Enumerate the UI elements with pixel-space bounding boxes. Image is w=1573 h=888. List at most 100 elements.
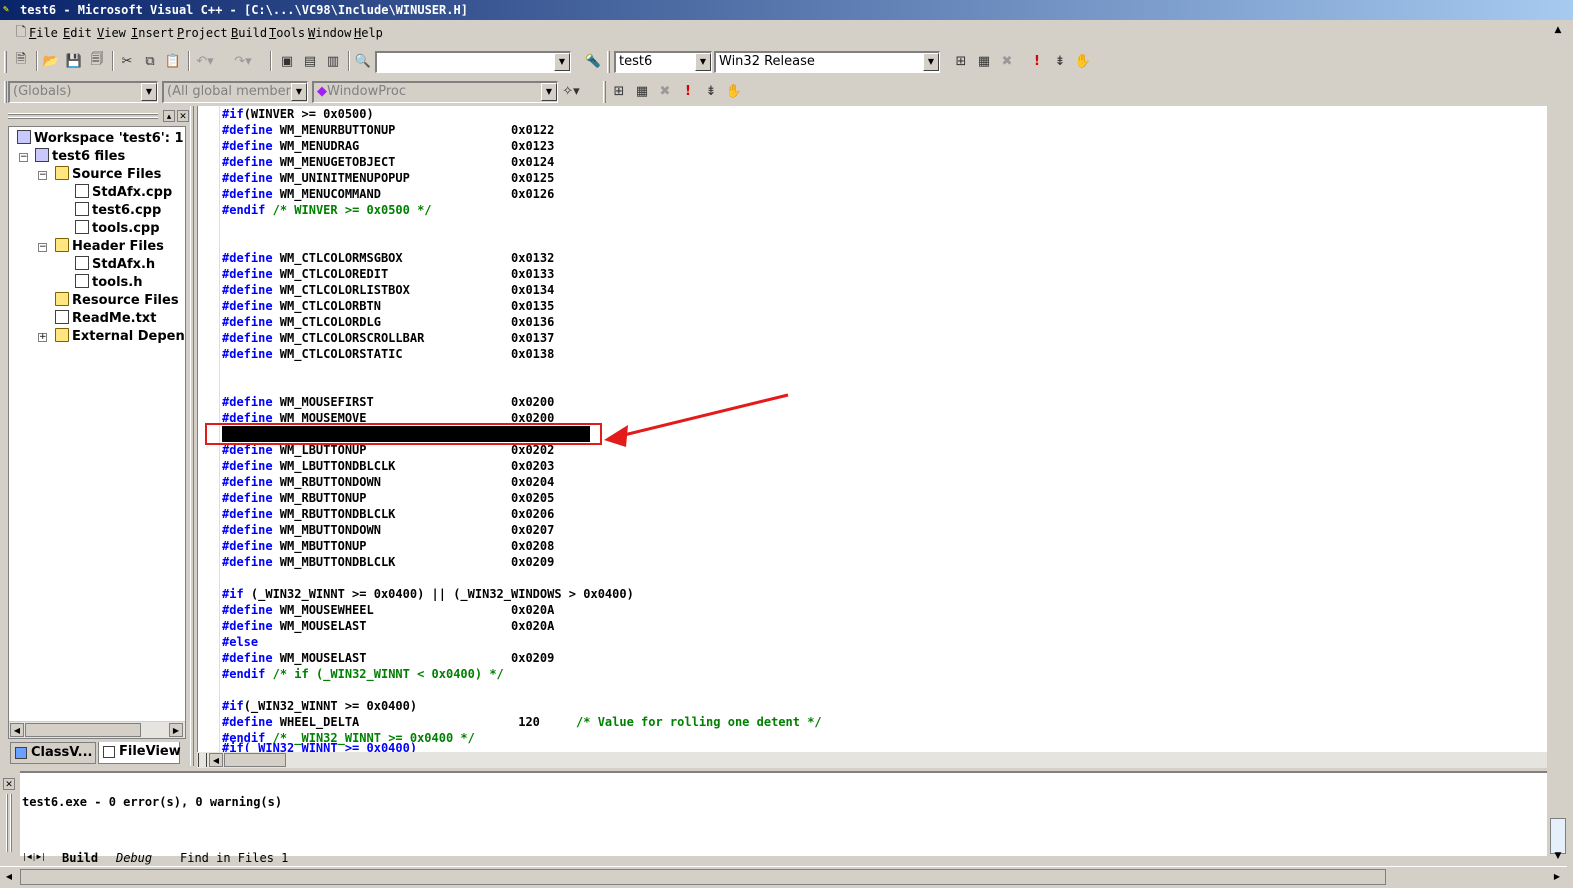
maximize-pane-icon[interactable]: ▴ — [163, 110, 175, 122]
menu-view[interactable]: View — [96, 22, 127, 44]
window-list-icon[interactable]: ▥ — [322, 50, 344, 72]
code-line: #define WM_MOUSEWHEEL 0x020A — [222, 603, 555, 617]
breakpoint-hand-icon-2[interactable]: ✋ — [723, 80, 745, 102]
project-combo[interactable]: test6 ▼ — [614, 51, 712, 73]
folder-resource-files[interactable]: Resource Files — [55, 292, 179, 310]
find-combo[interactable]: ▼ — [375, 51, 571, 73]
scroll-left-icon[interactable]: ◀ — [10, 723, 24, 737]
close-output-icon[interactable]: ✕ — [3, 778, 15, 790]
search-icon[interactable]: 🔦 — [582, 50, 604, 72]
menu-help[interactable]: Help — [353, 22, 384, 44]
cut-icon[interactable]: ✂ — [116, 50, 138, 72]
tab-classview[interactable]: ClassV... — [10, 742, 96, 764]
stop-build-icon-2[interactable]: ✖ — [654, 80, 676, 102]
menu-tools[interactable]: Tools — [268, 22, 306, 44]
file-stdafx-h[interactable]: StdAfx.h — [75, 256, 155, 274]
editor-hscroll[interactable]: ◀ — [197, 752, 1547, 768]
code-line: #define WM_RBUTTONDBLCLK 0x0206 — [222, 507, 555, 521]
folder-icon — [55, 238, 69, 252]
tab-debug[interactable]: Debug — [116, 851, 152, 865]
tab-build[interactable]: Build — [62, 851, 98, 865]
compile-icon[interactable]: ⊞ — [950, 50, 972, 72]
menu-build[interactable]: Build — [230, 22, 268, 44]
scroll-right-icon[interactable]: ▶ — [169, 723, 183, 737]
build-icon-2[interactable]: ▦ — [631, 80, 653, 102]
paste-icon[interactable]: 📋 — [162, 50, 184, 72]
workspace-root[interactable]: Workspace 'test6': 1 pr — [17, 130, 185, 148]
bottom-scrollbar[interactable]: ◀ ▶ — [0, 866, 1567, 888]
expand-icon[interactable]: + — [38, 333, 47, 342]
code-line: #define WM_RBUTTONUP 0x0205 — [222, 491, 555, 505]
undo-icon[interactable]: ↶▾ — [194, 50, 216, 72]
output-window-icon[interactable]: ▤ — [299, 50, 321, 72]
workspace-window-icon[interactable]: ▣ — [276, 50, 298, 72]
tab-find-in-files[interactable]: Find in Files 1 — [180, 851, 288, 865]
text-file-icon — [55, 310, 69, 324]
configuration-combo[interactable]: Win32 Release ▼ — [714, 51, 940, 73]
breakpoint-hand-icon[interactable]: ✋ — [1072, 50, 1094, 72]
code-line: #define WM_MBUTTONDBLCLK 0x0209 — [222, 555, 555, 569]
build-icon[interactable]: ▦ — [973, 50, 995, 72]
execute-icon-2[interactable]: ! — [677, 80, 699, 102]
menu-window[interactable]: Window — [307, 22, 352, 44]
filter-combo[interactable]: (All global members ▼ — [162, 81, 308, 103]
main-vscroll[interactable]: ▲ ▼ — [1547, 20, 1567, 865]
scroll-left-icon[interactable]: ◀ — [2, 870, 16, 884]
collapse-icon[interactable]: − — [19, 153, 28, 162]
tab-fileview[interactable]: FileView — [98, 742, 181, 764]
open-icon[interactable]: 📂 — [40, 50, 62, 72]
tab-scroll-icons[interactable]: |◀|▶| — [22, 852, 46, 861]
code-line: #else — [222, 635, 259, 649]
collapse-icon[interactable]: − — [38, 171, 47, 180]
save-icon[interactable]: 💾 — [63, 50, 85, 72]
save-all-icon[interactable]: 🗐 — [86, 50, 108, 72]
menu-project[interactable]: Project — [176, 22, 229, 44]
new-text-file-icon[interactable]: 🗎 — [10, 50, 32, 72]
menu-insert[interactable]: Insert — [130, 22, 175, 44]
copy-icon[interactable]: ⧉ — [139, 50, 161, 72]
scroll-left-icon[interactable]: ◀ — [209, 753, 223, 767]
scroll-up-icon[interactable]: ▲ — [1550, 22, 1566, 38]
class-combo[interactable]: (Globals) ▼ — [8, 81, 158, 103]
file-tools-cpp[interactable]: tools.cpp — [75, 220, 160, 238]
classview-icon — [15, 747, 27, 759]
go-icon-2[interactable]: ⇟ — [700, 80, 722, 102]
go-icon[interactable]: ⇟ — [1049, 50, 1071, 72]
compile-icon-2[interactable]: ⊞ — [608, 80, 630, 102]
file-stdafx-cpp[interactable]: StdAfx.cpp — [75, 184, 172, 202]
scroll-right-icon[interactable]: ▶ — [1550, 870, 1564, 884]
code-line: #define WM_MOUSEFIRST 0x0200 — [222, 395, 555, 409]
file-test6-cpp[interactable]: test6.cpp — [75, 202, 161, 220]
close-pane-icon[interactable]: ✕ — [177, 110, 189, 122]
find-in-files-icon[interactable]: 🔍 — [352, 50, 374, 72]
project-node[interactable]: test6 files — [35, 148, 125, 166]
folder-external-dependencies[interactable]: External Depend — [55, 328, 185, 346]
code-line: #define WM_CTLCOLOREDIT 0x0133 — [222, 267, 555, 281]
menu-edit[interactable]: Edit — [62, 22, 93, 44]
stop-build-icon[interactable]: ✖ — [996, 50, 1018, 72]
file-readme[interactable]: ReadMe.txt — [55, 310, 156, 328]
member-combo[interactable]: ◆WindowProc ▼ — [312, 81, 558, 103]
scroll-thumb[interactable] — [224, 753, 286, 767]
workspace-hscroll[interactable]: ◀ ▶ — [9, 721, 185, 738]
split-box[interactable] — [198, 753, 207, 767]
folder-source-files[interactable]: Source Files — [55, 166, 161, 184]
file-tools-h[interactable]: tools.h — [75, 274, 142, 292]
pane-splitter[interactable] — [190, 106, 194, 766]
output-window[interactable]: test6.exe - 0 error(s), 0 warning(s) — [20, 771, 1547, 856]
execute-icon[interactable]: ! — [1026, 50, 1048, 72]
scroll-thumb[interactable] — [20, 869, 1386, 885]
scroll-down-icon[interactable]: ▼ — [1550, 848, 1566, 864]
redo-icon[interactable]: ↷▾ — [232, 50, 254, 72]
cpp-file-icon — [75, 220, 89, 234]
collapse-icon[interactable]: − — [38, 243, 47, 252]
folder-header-files[interactable]: Header Files — [55, 238, 164, 256]
code-line: #define WM_RBUTTONDOWN 0x0204 — [222, 475, 555, 489]
code-line: #define WM_LBUTTONDBLCLK 0x0203 — [222, 459, 555, 473]
scroll-thumb[interactable] — [25, 723, 141, 737]
code-line: #if (_WIN32_WINNT >= 0x0400) || (_WIN32_… — [222, 587, 634, 601]
wizard-bar: (Globals) ▼ (All global members ▼ ◆WindowP… — [0, 78, 760, 106]
menu-file[interactable]: File — [28, 22, 59, 44]
wizard-action-icon[interactable]: ✧▾ — [560, 80, 582, 102]
